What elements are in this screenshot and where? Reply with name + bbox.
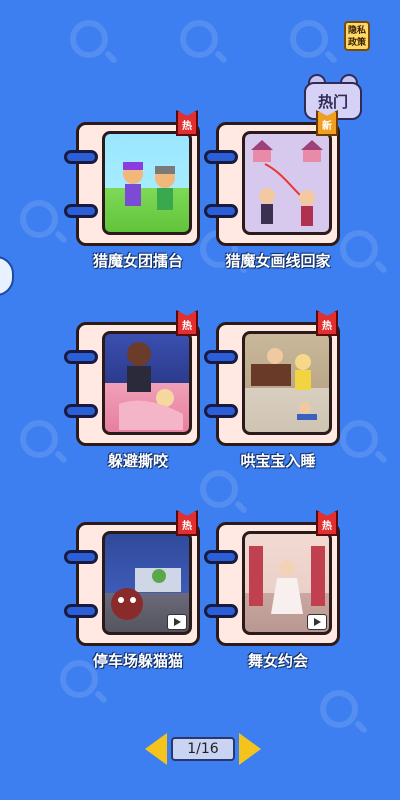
binder-ring-icon bbox=[204, 350, 238, 364]
page-indicator: 1/16 bbox=[171, 737, 235, 761]
game-card[interactable]: 热 猎魔女团擂台 bbox=[64, 110, 204, 272]
game-thumbnail[interactable] bbox=[102, 131, 192, 235]
magnifier-icon bbox=[180, 20, 218, 58]
game-card[interactable]: 新 猎魔女画线回家 bbox=[204, 110, 344, 272]
magnifier-icon bbox=[320, 690, 358, 728]
game-thumbnail[interactable] bbox=[242, 131, 332, 235]
hot-category-button[interactable]: 热门 bbox=[304, 74, 362, 120]
game-title: 哄宝宝入睡 bbox=[240, 452, 316, 470]
game-thumbnail[interactable] bbox=[242, 331, 332, 435]
binder-ring-icon bbox=[64, 350, 98, 364]
game-thumbnail[interactable] bbox=[102, 531, 192, 635]
game-card[interactable]: 热 躲避撕咬 bbox=[64, 310, 204, 472]
privacy-policy-label: 隐私 政策 bbox=[347, 26, 366, 48]
arrow-right-icon[interactable] bbox=[239, 733, 261, 765]
binder-ring-icon bbox=[204, 150, 238, 164]
game-thumbnail[interactable] bbox=[102, 331, 192, 435]
binder-ring-icon bbox=[204, 604, 238, 618]
game-card[interactable]: 热 哄宝宝入睡 bbox=[204, 310, 344, 472]
magnifier-icon bbox=[290, 20, 328, 58]
magnifier-icon bbox=[20, 420, 58, 458]
magnifier-icon bbox=[340, 230, 378, 268]
binder-ring-icon bbox=[64, 404, 98, 418]
game-title: 躲避撕咬 bbox=[107, 452, 168, 470]
binder-ring-icon bbox=[204, 404, 238, 418]
binder-ring-icon bbox=[64, 604, 98, 618]
binder-ring-icon bbox=[204, 204, 238, 218]
magnifier-icon bbox=[340, 420, 378, 458]
game-card[interactable]: 热 停车场躲猫猫 bbox=[64, 510, 204, 672]
video-play-icon bbox=[167, 614, 187, 630]
arrow-left-icon[interactable] bbox=[145, 733, 167, 765]
binder-ring-icon bbox=[204, 550, 238, 564]
privacy-policy-button[interactable]: 隐私 政策 bbox=[344, 21, 370, 51]
magnifier-icon bbox=[20, 200, 58, 238]
video-play-icon bbox=[307, 614, 327, 630]
pagination: 1/16 bbox=[145, 733, 261, 765]
binder-ring-icon bbox=[64, 204, 98, 218]
magnifier-icon bbox=[70, 20, 108, 58]
game-title: 猎魔女团擂台 bbox=[92, 252, 183, 270]
game-card[interactable]: 热 舞女约会 bbox=[204, 510, 344, 672]
game-title: 猎魔女画线回家 bbox=[225, 252, 331, 270]
game-thumbnail[interactable] bbox=[242, 531, 332, 635]
binder-ring-icon bbox=[64, 550, 98, 564]
game-title: 停车场躲猫猫 bbox=[92, 652, 183, 670]
game-title: 舞女约会 bbox=[247, 652, 308, 670]
binder-ring-icon bbox=[64, 150, 98, 164]
magnifier-icon bbox=[200, 470, 238, 508]
